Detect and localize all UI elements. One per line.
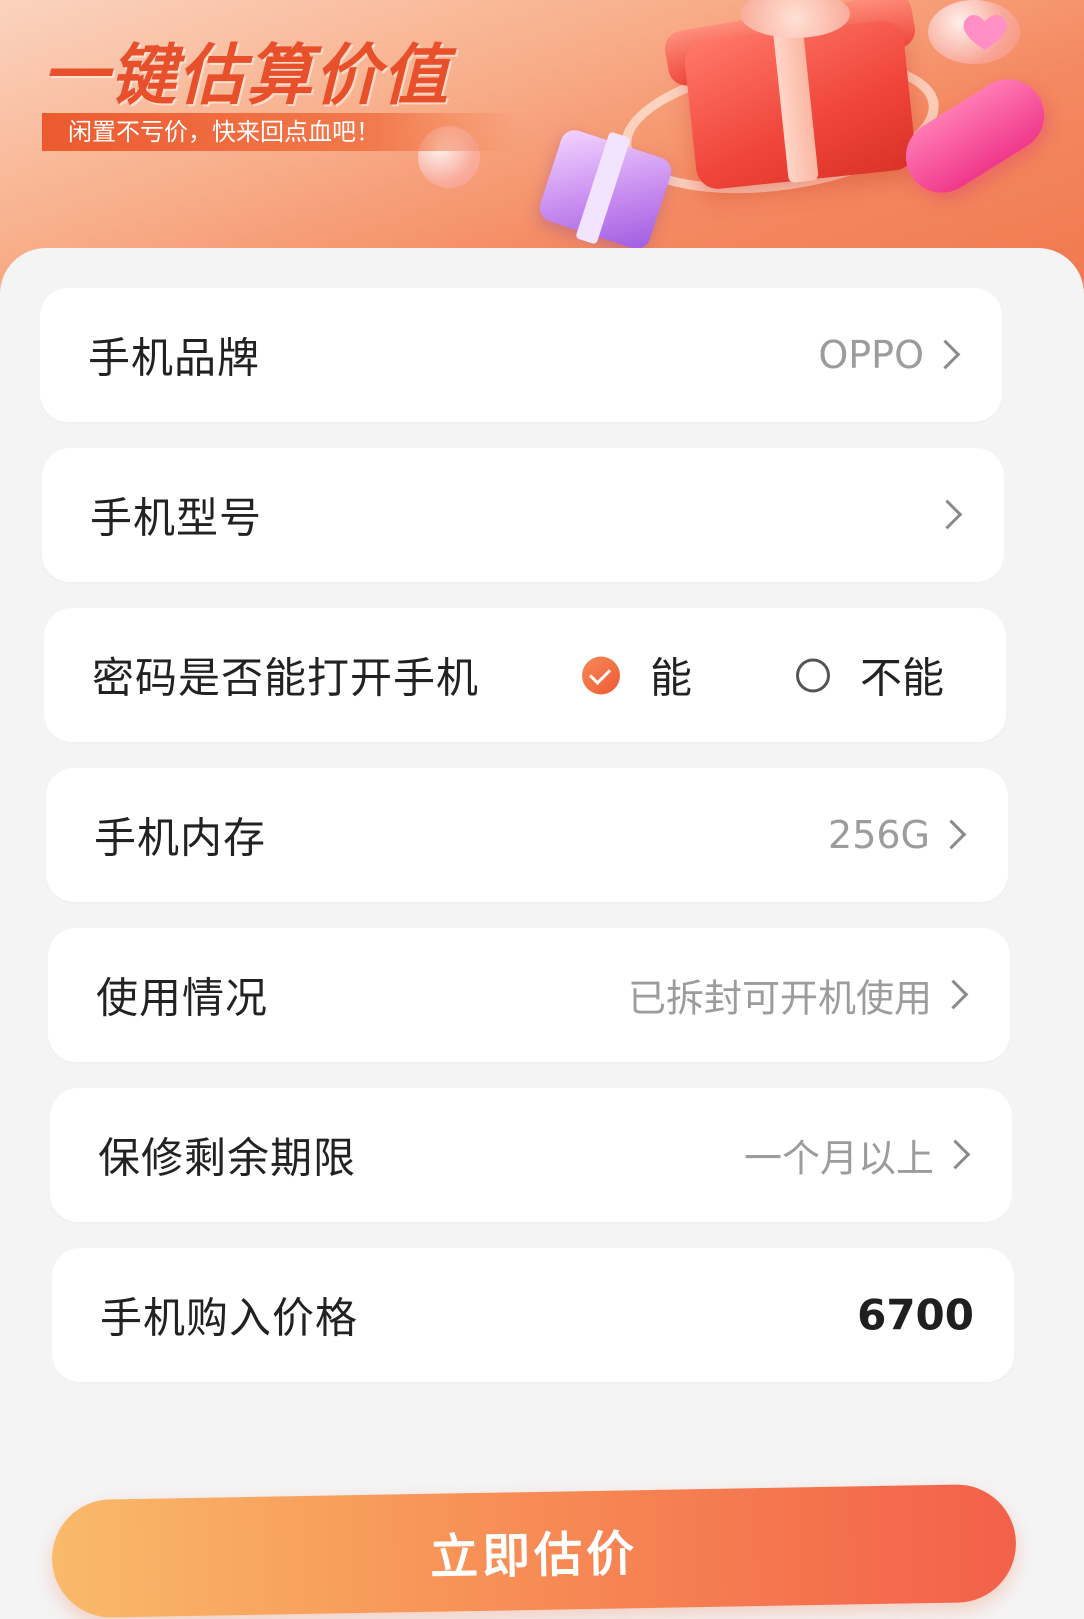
warranty-label: 保修剩余期限 <box>98 1133 357 1183</box>
page: 一键估算价值 闲置不亏价，快来回点血吧！ 手机品牌 OPPO 手机型号 密码是否… <box>0 0 1084 1619</box>
warranty-value: 一个月以上 <box>743 1136 934 1181</box>
model-label: 手机型号 <box>90 493 263 543</box>
unlock-label: 密码是否能打开手机 <box>92 653 480 703</box>
storage-row[interactable]: 手机内存 256G <box>46 768 1008 902</box>
radio-empty-icon <box>796 658 830 692</box>
storage-value: 256G <box>828 813 930 857</box>
condition-row[interactable]: 使用情况 已拆封可开机使用 <box>48 928 1010 1062</box>
brand-label: 手机品牌 <box>88 333 261 383</box>
check-circle-icon <box>582 656 620 694</box>
purchase-price-value[interactable]: 6700 <box>857 1291 974 1340</box>
unlock-row: 密码是否能打开手机 能 不能 <box>44 608 1006 742</box>
estimate-button[interactable]: 立即估价 <box>51 1483 1017 1619</box>
banner-subtitle: 闲置不亏价，快来回点血吧！ <box>42 113 518 151</box>
heart-icon <box>963 15 1007 50</box>
brand-value: OPPO <box>818 333 924 377</box>
chevron-right-icon <box>932 499 963 530</box>
chevron-right-icon <box>930 339 961 370</box>
condition-label: 使用情况 <box>96 973 269 1023</box>
condition-value: 已拆封可开机使用 <box>627 976 932 1021</box>
banner-title: 一键估算价值 <box>42 37 450 114</box>
estimate-button-label: 立即估价 <box>429 1526 639 1586</box>
brand-row[interactable]: 手机品牌 OPPO <box>40 288 1002 422</box>
purchase-price-row[interactable]: 手机购入价格 6700 <box>52 1248 1014 1382</box>
unlock-option-no[interactable]: 不能 <box>796 645 944 706</box>
chevron-right-icon <box>938 979 969 1010</box>
storage-label: 手机内存 <box>94 813 267 863</box>
purchase-price-label: 手机购入价格 <box>100 1293 359 1343</box>
unlock-option-no-label: 不能 <box>860 653 945 703</box>
unlock-option-yes[interactable]: 能 <box>582 645 692 706</box>
model-row[interactable]: 手机型号 <box>42 448 1004 582</box>
warranty-row[interactable]: 保修剩余期限 一个月以上 <box>50 1088 1012 1222</box>
unlock-option-yes-label: 能 <box>650 653 693 703</box>
chevron-right-icon <box>940 1139 971 1170</box>
chevron-right-icon <box>936 819 967 850</box>
